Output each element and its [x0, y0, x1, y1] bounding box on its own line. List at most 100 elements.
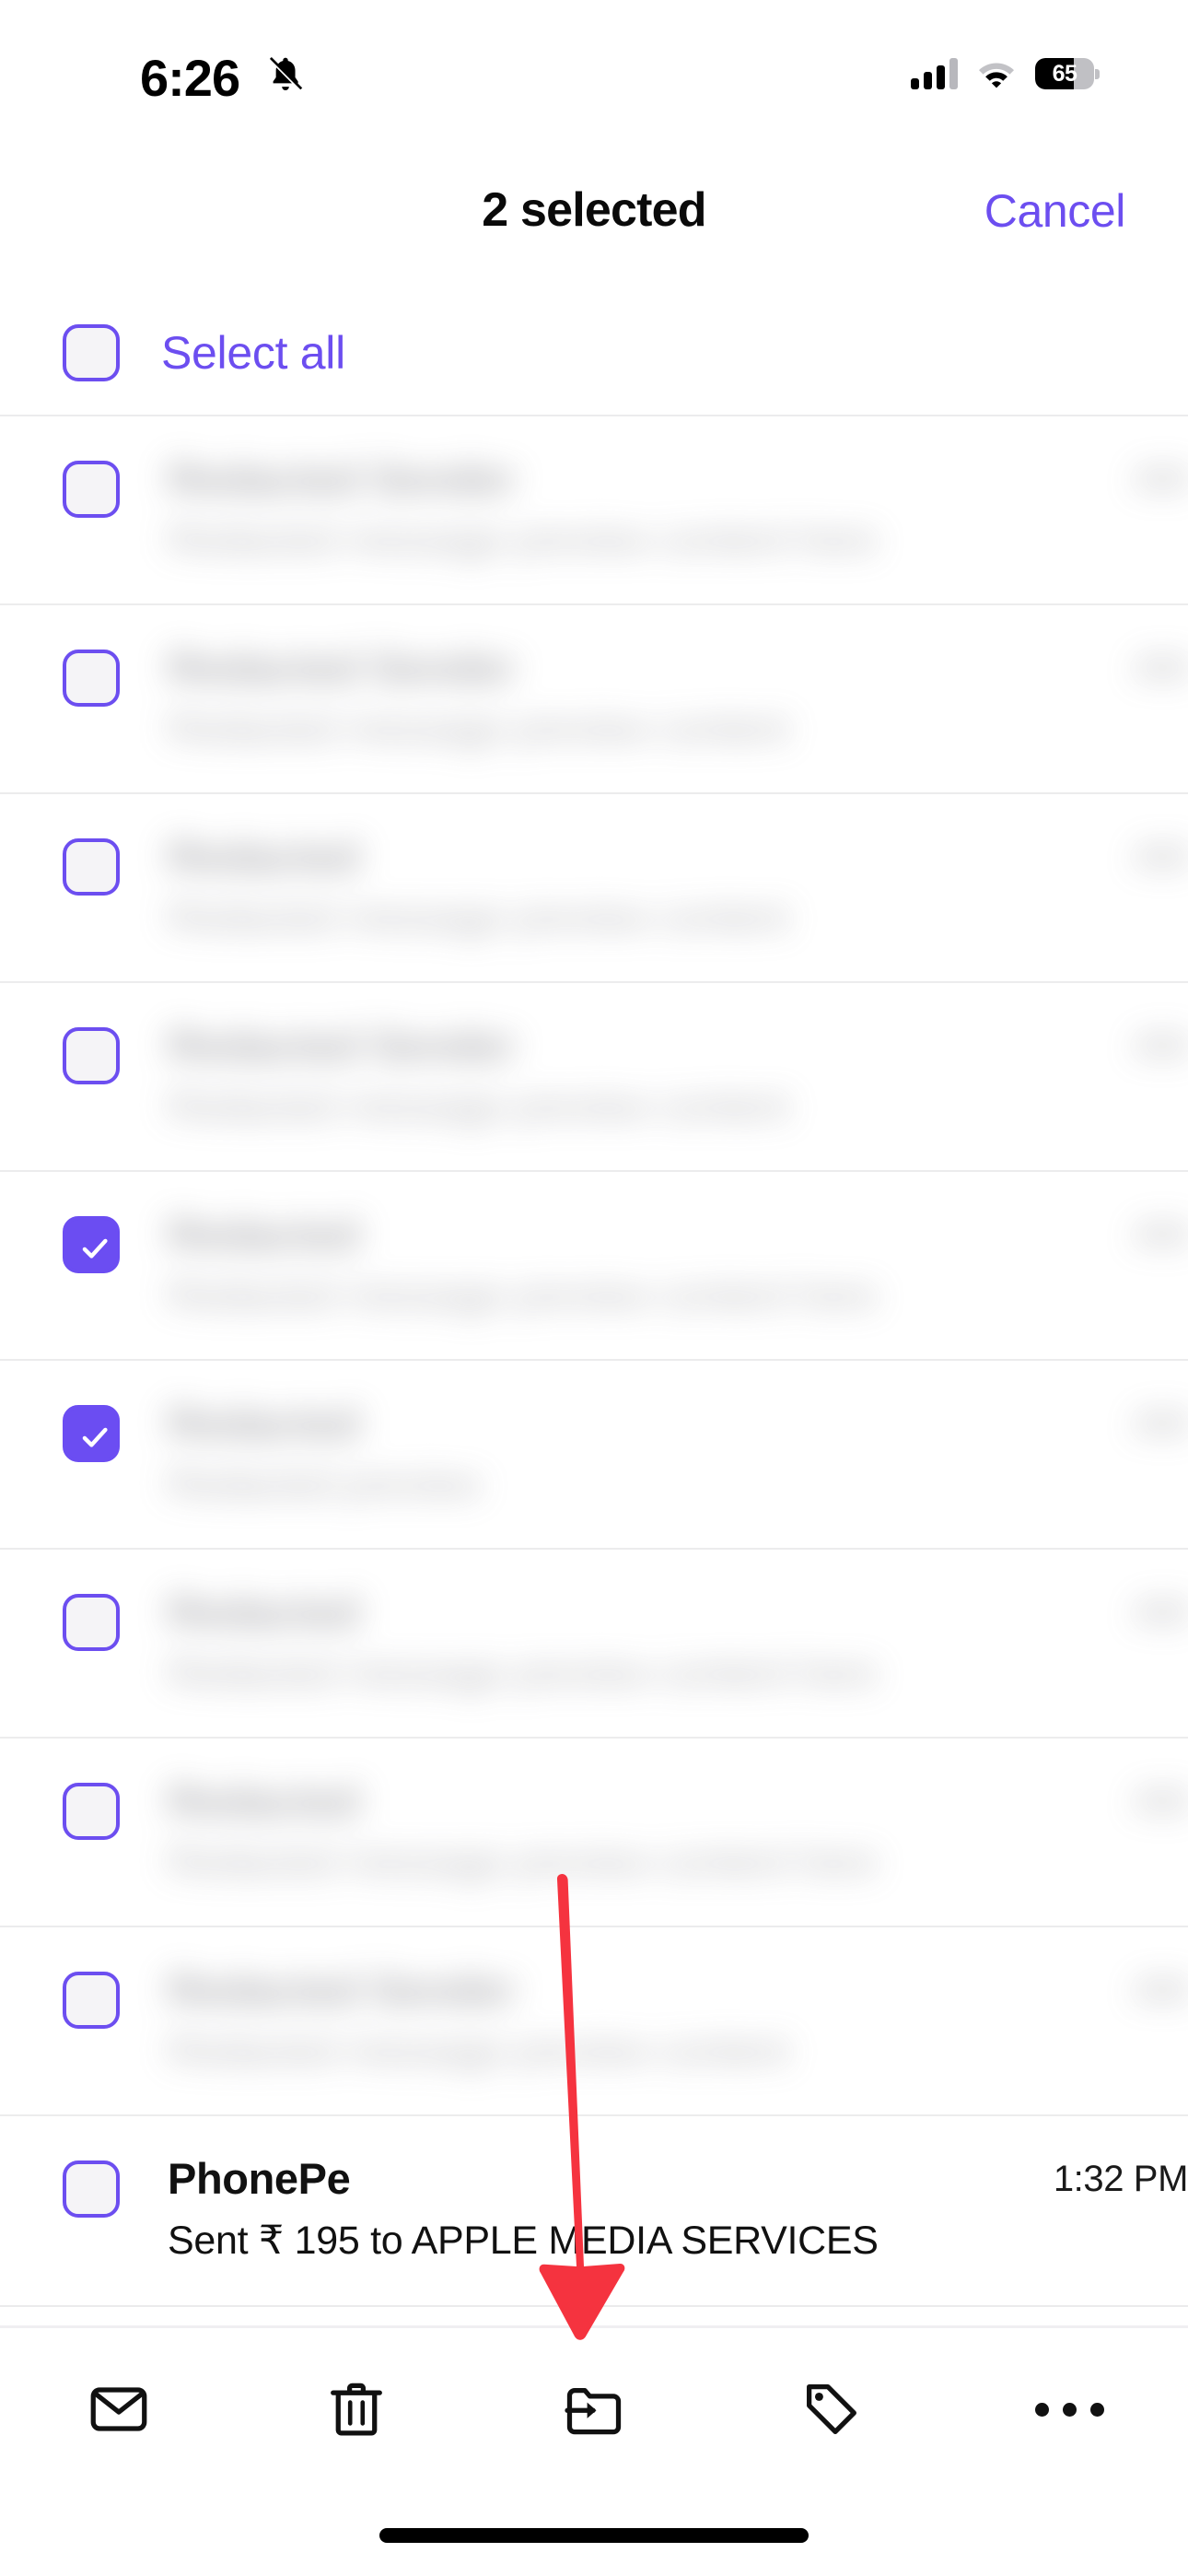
move-to-folder-icon	[565, 2388, 622, 2435]
email-sender-line: PhonePe 1:32 PM	[168, 2153, 1188, 2205]
email-sender-line: Redacted AM	[168, 1775, 1188, 1827]
email-row-content: Redacted Sender AM Redacted message previe…	[168, 981, 1188, 1170]
battery-percent-label: 65	[1052, 61, 1077, 87]
email-checkbox-checked[interactable]	[63, 1216, 120, 1273]
email-timestamp: AM	[1133, 1403, 1188, 1444]
cellular-signal-icon	[911, 58, 958, 89]
email-row-content: Redacted Sender AM Redacted message previe…	[168, 415, 1188, 603]
email-timestamp: AM	[1133, 1592, 1188, 1633]
email-checkbox-unchecked[interactable]	[63, 1783, 120, 1840]
email-row-checkbox-wrapper[interactable]	[63, 650, 120, 707]
email-preview-text: Redacted message preview content	[168, 1084, 789, 1129]
email-checkbox-unchecked[interactable]	[63, 1972, 120, 2029]
email-row[interactable]: Redacted Sender AM Redacted message previe…	[0, 415, 1188, 603]
email-preview-text: Redacted message preview content	[168, 2029, 789, 2073]
email-row[interactable]: Redacted AM Redacted message preview conte…	[0, 792, 1188, 981]
email-sender-name: Redacted	[168, 1210, 360, 1259]
email-preview-text: Redacted message preview content here	[168, 1651, 878, 1695]
email-checkbox-unchecked[interactable]	[63, 2160, 120, 2218]
email-row[interactable]: Redacted AM Redacted message preview conte…	[0, 1170, 1188, 1359]
email-checkbox-unchecked[interactable]	[63, 461, 120, 518]
email-row[interactable]: Redacted AM Redacted preview	[0, 1359, 1188, 1548]
email-preview-text: Redacted message preview content	[168, 707, 789, 751]
email-row-checkbox-wrapper[interactable]	[63, 1594, 120, 1651]
email-sender-name: Redacted	[168, 1399, 360, 1447]
email-checkbox-unchecked[interactable]	[63, 1027, 120, 1084]
email-sender-line: Redacted AM	[168, 831, 1188, 883]
select-all-row[interactable]: Select all	[0, 302, 1188, 404]
email-timestamp: AM	[1133, 1214, 1188, 1255]
email-row[interactable]: Redacted AM Redacted message preview conte…	[0, 1737, 1188, 1926]
email-row[interactable]: Redacted Sender AM Redacted message previe…	[0, 981, 1188, 1170]
email-row-content: Redacted Sender AM Redacted message previe…	[168, 603, 1188, 792]
status-time: 6:26	[140, 49, 240, 107]
email-timestamp: AM	[1133, 1970, 1188, 2010]
email-checkbox-unchecked[interactable]	[63, 650, 120, 707]
phone-screen: 6:26 65 2 selected Cancel Select all Red…	[0, 0, 1188, 2576]
checkmark-icon	[82, 1427, 108, 1447]
checkmark-icon	[82, 1238, 108, 1259]
email-row-content: Redacted AM Redacted message preview conte…	[168, 1548, 1188, 1737]
email-preview-text: Redacted message preview content	[168, 896, 789, 940]
action-toolbar	[0, 2331, 1188, 2488]
select-all-label: Select all	[161, 327, 345, 379]
email-sender-name: Redacted	[168, 1776, 360, 1825]
email-row-checkbox-wrapper[interactable]	[63, 461, 120, 518]
wifi-icon	[979, 63, 1014, 88]
email-checkbox-unchecked[interactable]	[63, 1594, 120, 1651]
email-sender-line: Redacted Sender AM	[168, 642, 1188, 694]
email-row-checkbox-wrapper[interactable]	[63, 1972, 120, 2029]
email-sender-name: Redacted Sender	[168, 1965, 516, 2014]
email-preview-text: Redacted message preview content here	[168, 1840, 878, 1884]
email-row-checkbox-wrapper[interactable]	[63, 2160, 120, 2218]
email-sender-line: Redacted AM	[168, 1398, 1188, 1449]
mark-unread-button[interactable]	[0, 2331, 238, 2488]
email-row-content: PhonePe 1:32 PM Sent ₹ 195 to APPLE MEDIA …	[168, 2114, 1188, 2303]
email-sender-line: Redacted Sender AM	[168, 453, 1188, 505]
email-row[interactable]: Redacted Sender AM Redacted message previe…	[0, 1926, 1188, 2114]
email-timestamp: AM	[1133, 648, 1188, 688]
battery-tip	[1095, 69, 1100, 79]
more-button[interactable]	[950, 2331, 1188, 2488]
label-button[interactable]	[713, 2331, 950, 2488]
email-sender-name: Redacted Sender	[168, 454, 516, 503]
select-all-checkbox[interactable]	[63, 324, 120, 381]
email-list[interactable]: Redacted Sender AM Redacted message previe…	[0, 415, 1188, 2303]
email-checkbox-checked[interactable]	[63, 1405, 120, 1462]
status-bar: 6:26 65	[0, 0, 1188, 138]
battery-icon: 65	[1035, 58, 1100, 89]
email-sender-line: Redacted Sender AM	[168, 1020, 1188, 1071]
more-dots-icon	[1034, 2402, 1104, 2417]
envelope-icon	[90, 2387, 147, 2431]
email-timestamp: AM	[1133, 837, 1188, 877]
tag-icon	[807, 2384, 856, 2434]
email-timestamp: AM	[1133, 1025, 1188, 1066]
email-checkbox-unchecked[interactable]	[63, 838, 120, 896]
email-row-checkbox-wrapper[interactable]	[63, 1216, 120, 1273]
cancel-button[interactable]: Cancel	[984, 184, 1126, 238]
email-row-content: Redacted Sender AM Redacted message previe…	[168, 1926, 1188, 2114]
email-preview-text: Redacted message preview content here	[168, 1273, 878, 1317]
email-row[interactable]: PhonePe 1:32 PM Sent ₹ 195 to APPLE MEDIA …	[0, 2114, 1188, 2303]
email-sender-name: Redacted	[168, 1587, 360, 1636]
home-indicator	[379, 2528, 809, 2543]
email-timestamp: AM	[1133, 1781, 1188, 1821]
email-row[interactable]: Redacted AM Redacted message preview conte…	[0, 1548, 1188, 1737]
trash-icon	[331, 2383, 382, 2436]
toolbar-separator-bottom	[0, 2325, 1188, 2328]
email-sender-name: Redacted Sender	[168, 1021, 516, 1070]
email-row-content: Redacted AM Redacted preview	[168, 1359, 1188, 1548]
email-row-checkbox-wrapper[interactable]	[63, 1783, 120, 1840]
email-sender-name: Redacted	[168, 832, 360, 881]
email-row-checkbox-wrapper[interactable]	[63, 838, 120, 896]
delete-button[interactable]	[238, 2331, 475, 2488]
email-timestamp: AM	[1133, 459, 1188, 499]
email-row-content: Redacted AM Redacted message preview conte…	[168, 792, 1188, 981]
email-row-content: Redacted AM Redacted message preview conte…	[168, 1737, 1188, 1926]
email-row-checkbox-wrapper[interactable]	[63, 1405, 120, 1462]
email-sender-name: PhonePe	[168, 2154, 351, 2203]
status-indicators: 65	[911, 53, 1100, 95]
email-row-checkbox-wrapper[interactable]	[63, 1027, 120, 1084]
move-button[interactable]	[475, 2331, 713, 2488]
email-row[interactable]: Redacted Sender AM Redacted message previe…	[0, 603, 1188, 792]
